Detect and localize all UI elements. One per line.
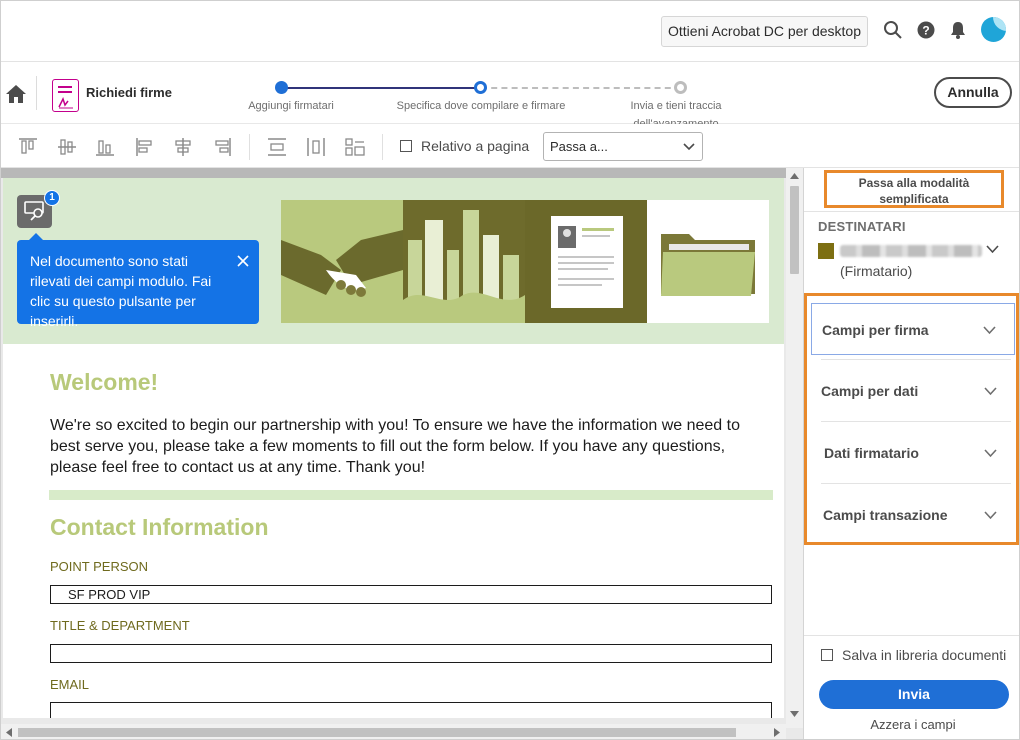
step-dot-current[interactable] <box>474 81 487 94</box>
top-bar: Ottieni Acrobat DC per desktop ? <box>1 1 1019 61</box>
accordion-signature-fields[interactable]: Campi per firma <box>811 303 1015 355</box>
reset-fields-link[interactable]: Azzera i campi <box>804 717 1019 732</box>
resume-illustration <box>525 200 647 323</box>
fill-sign-tool-icon <box>52 79 79 112</box>
horizontal-scrollbar[interactable] <box>1 724 786 739</box>
distribute-horizontal-icon[interactable] <box>305 136 327 158</box>
step-line-done <box>281 87 481 89</box>
step-label-specify-fields[interactable]: Specifica dove compilare e firmare <box>386 97 576 115</box>
welcome-heading: Welcome! <box>50 369 159 395</box>
contact-heading: Contact Information <box>50 514 269 540</box>
document-page: Welcome! We're so excited to begin our p… <box>3 178 784 718</box>
tool-title: Richiedi firme <box>86 85 172 100</box>
align-bottom-icon[interactable] <box>94 136 116 158</box>
accordion-transaction-fields[interactable]: Campi transazione <box>811 489 1015 541</box>
save-to-library-checkbox[interactable] <box>821 649 833 661</box>
email-label: EMAIL <box>50 677 90 692</box>
align-vertical-center-icon[interactable] <box>56 136 78 158</box>
step-label-line1: Invia e tieni traccia <box>630 100 722 112</box>
align-horizontal-center-icon[interactable] <box>172 136 194 158</box>
goto-select[interactable]: Passa a... <box>543 132 703 161</box>
step-dot-done[interactable] <box>275 81 288 94</box>
vertical-scrollbar[interactable] <box>786 168 803 728</box>
detected-fields-tooltip: Nel documento sono stati rilevati dei ca… <box>17 233 259 329</box>
scroll-down-icon[interactable] <box>790 711 799 717</box>
close-icon[interactable] <box>236 254 250 268</box>
accordion-label: Dati firmatario <box>824 445 919 461</box>
progress-stepper: Aggiungi firmatari Specifica dove compil… <box>241 80 722 130</box>
accordion-separator <box>821 483 1011 484</box>
page-gap <box>1 168 786 178</box>
divider <box>804 635 1019 636</box>
scroll-right-icon[interactable] <box>774 728 780 737</box>
search-icon[interactable] <box>883 20 905 42</box>
align-left-icon[interactable] <box>134 136 156 158</box>
goto-select-value: Passa a... <box>550 139 608 154</box>
recipient-color-swatch <box>818 243 834 259</box>
accordion-signer-data[interactable]: Dati firmatario <box>811 427 1015 479</box>
toolbar-separator <box>249 134 250 160</box>
folder-illustration <box>647 200 769 323</box>
divider <box>36 76 37 110</box>
match-size-icon[interactable] <box>344 136 366 158</box>
send-button[interactable]: Invia <box>819 680 1009 709</box>
document-viewer: Welcome! We're so excited to begin our p… <box>1 168 803 739</box>
step-line-pending <box>481 87 681 89</box>
scroll-left-icon[interactable] <box>6 728 12 737</box>
point-person-label: POINT PERSON <box>50 559 149 574</box>
field-categories: Campi per firma Campi per dati Dati firm… <box>804 293 1019 545</box>
form-fields-icon <box>24 201 44 221</box>
chevron-down-icon <box>683 143 695 151</box>
accordion-separator <box>821 421 1011 422</box>
toolbar-separator <box>382 134 383 160</box>
accordion-label: Campi per dati <box>821 383 919 399</box>
accordion-data-fields[interactable]: Campi per dati <box>811 365 1015 417</box>
detected-fields-badge: 1 <box>44 190 60 206</box>
get-desktop-button[interactable]: Ottieni Acrobat DC per desktop <box>661 16 868 47</box>
point-person-field[interactable]: SF PROD VIP <box>50 585 772 604</box>
home-icon[interactable] <box>5 84 27 104</box>
step-dot-pending[interactable] <box>674 81 687 94</box>
handshake-illustration <box>281 200 403 323</box>
email-field[interactable] <box>50 702 772 718</box>
scroll-up-icon[interactable] <box>790 173 799 179</box>
chevron-down-icon <box>984 449 997 458</box>
relative-to-page-label[interactable]: Relativo a pagina <box>421 138 529 154</box>
app-window: Ottieni Acrobat DC per desktop ? Richied… <box>0 0 1020 740</box>
align-top-icon[interactable] <box>17 136 39 158</box>
section-divider <box>49 490 773 500</box>
align-right-icon[interactable] <box>211 136 233 158</box>
cancel-button[interactable]: Annulla <box>934 77 1012 108</box>
city-illustration <box>403 200 525 323</box>
chevron-down-icon <box>984 387 997 396</box>
chevron-down-icon <box>984 511 997 520</box>
right-panel: Passa alla modalità semplificata DESTINA… <box>803 168 1019 739</box>
recipients-title: DESTINATARI <box>818 219 906 234</box>
intro-paragraph: We're so excited to begin our partnershi… <box>50 417 740 476</box>
alignment-toolbar: Relativo a pagina Passa a... <box>1 124 1019 168</box>
vertical-scroll-thumb[interactable] <box>790 186 799 274</box>
title-department-field[interactable] <box>50 644 772 663</box>
accordion-label: Campi per firma <box>822 322 929 338</box>
avatar[interactable] <box>981 17 1006 42</box>
bell-icon[interactable] <box>948 20 970 42</box>
chevron-down-icon <box>983 326 996 335</box>
save-to-library-label[interactable]: Salva in libreria documenti <box>842 647 1006 663</box>
svg-text:?: ? <box>922 24 929 38</box>
tooltip-text: Nel documento sono stati rilevati dei ca… <box>30 253 212 329</box>
recipient-role: (Firmatario) <box>840 263 913 279</box>
relative-to-page-checkbox[interactable] <box>400 140 412 152</box>
simplified-mode-link[interactable]: Passa alla modalità semplificata <box>824 170 1004 208</box>
chevron-down-icon[interactable] <box>986 245 999 254</box>
divider <box>804 211 1019 212</box>
accordion-separator <box>821 359 1011 360</box>
accordion-label: Campi transazione <box>823 507 948 523</box>
horizontal-scroll-thumb[interactable] <box>18 728 736 737</box>
help-icon[interactable]: ? <box>916 20 938 42</box>
workflow-bar: Richiedi firme Aggiungi firmatari Specif… <box>1 61 1019 130</box>
step-label-add-signers[interactable]: Aggiungi firmatari <box>231 97 351 115</box>
title-department-label: TITLE & DEPARTMENT <box>50 618 190 633</box>
distribute-vertical-icon[interactable] <box>266 136 288 158</box>
recipient-email-redacted[interactable] <box>840 245 982 257</box>
